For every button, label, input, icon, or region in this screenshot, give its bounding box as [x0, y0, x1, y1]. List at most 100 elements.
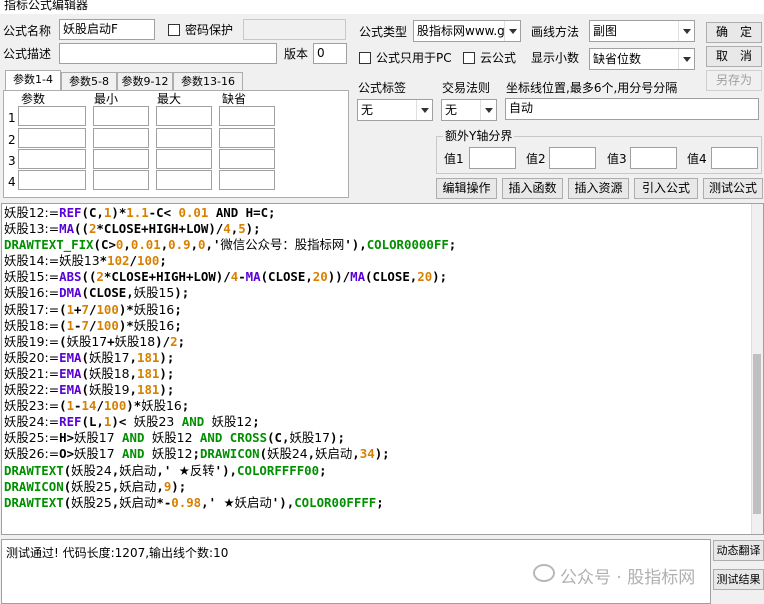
param-3-min[interactable] [93, 149, 149, 169]
param-3-default[interactable] [219, 149, 275, 169]
trade-rule-value: 无 [445, 103, 458, 117]
coord-line-input[interactable]: 自动 [505, 98, 759, 120]
trade-rule-label: 交易法则 [442, 81, 491, 95]
code-line[interactable]: 妖股25:=H>妖股17 AND 妖股12 AND CROSS(C,妖股17); [4, 430, 456, 446]
save-as-button[interactable]: 另存为 [706, 70, 762, 91]
tab-params-5-8[interactable]: 参数5-8 [61, 72, 117, 91]
param-3-max[interactable] [156, 149, 212, 169]
code-token: 妖股12 [211, 414, 253, 430]
code-line[interactable]: 妖股20:=EMA(妖股17,181); [4, 350, 456, 366]
draw-method-select[interactable]: 副图 [589, 20, 695, 42]
import-formula-button[interactable]: 引入公式 [634, 178, 698, 199]
version-input[interactable]: 0 [313, 43, 347, 64]
ok-button[interactable]: 确 定 [706, 22, 762, 43]
test-result-button[interactable]: 测试结果 [713, 569, 764, 590]
param-1-default[interactable] [219, 106, 275, 126]
formula-name-input[interactable]: 妖股启动F [59, 19, 155, 40]
y-value-1-input[interactable] [469, 147, 516, 169]
code-token: 妖股25:= [4, 430, 60, 446]
formula-tag-value: 无 [361, 103, 374, 117]
code-line[interactable]: 妖股15:=ABS((2*CLOSE+HIGH+LOW)/4-MA(CLOSE,… [4, 269, 456, 285]
insert-function-button[interactable]: 插入函数 [502, 178, 563, 199]
param-header-default: 缺省 [222, 92, 247, 106]
scrollbar-thumb[interactable] [753, 354, 761, 514]
code-line[interactable]: 妖股22:=EMA(妖股19,181); [4, 382, 456, 398]
formula-tag-label: 公式标签 [358, 81, 407, 95]
code-line[interactable]: DRAWTEXT(妖股25,妖启动*-0.98,' ★妖启动'),COLOR00… [4, 495, 456, 511]
code-line[interactable]: 妖股16:=DMA(CLOSE,妖股15); [4, 285, 456, 301]
code-token: ); [171, 478, 187, 494]
code-token: ); [174, 285, 190, 301]
code-line[interactable]: 妖股21:=EMA(妖股18,181); [4, 366, 456, 382]
code-token: EMA [59, 365, 82, 381]
pc-only-checkbox[interactable] [359, 52, 371, 64]
code-token: (( [81, 269, 97, 285]
code-line[interactable]: 妖股18:=(1-7/100)*妖股16; [4, 318, 456, 334]
param-4-default[interactable] [219, 170, 275, 190]
test-formula-button[interactable]: 测试公式 [703, 178, 763, 199]
code-line[interactable]: 妖股23:=(1-14/100)*妖股16; [4, 398, 456, 414]
y-value-2-input[interactable] [549, 147, 596, 169]
edit-operation-button[interactable]: 编辑操作 [436, 178, 497, 199]
code-line[interactable]: 妖股13:=MA((2*CLOSE+HIGH+LOW)/4,5); [4, 221, 456, 237]
code-line[interactable]: DRAWTEXT(妖股24,妖启动,' ★反转'),COLORFFFF00; [4, 463, 456, 479]
code-token: ★妖启动 [223, 494, 272, 510]
code-line[interactable]: 妖股12:=REF(C,1)*1.1-C< 0.01 AND H=C; [4, 205, 456, 221]
code-token: 妖启动 [119, 478, 157, 494]
code-token: ( [59, 317, 67, 333]
code-token: 妖股19 [88, 382, 130, 398]
param-4-min[interactable] [93, 170, 149, 190]
code-line[interactable]: 妖股26:=O>妖股17 AND 妖股12;DRAWICON(妖股24,妖启动,… [4, 446, 456, 462]
password-checkbox[interactable] [168, 24, 180, 36]
code-token: ,' [201, 494, 224, 510]
param-2-max[interactable] [156, 128, 212, 148]
tab-params-9-12[interactable]: 参数9-12 [117, 72, 173, 91]
chevron-down-icon [678, 49, 694, 69]
password-label: 密码保护 [185, 23, 234, 37]
param-2-name[interactable] [18, 128, 86, 148]
cloud-checkbox[interactable] [463, 52, 475, 64]
code-token: 0.98 [171, 494, 202, 510]
param-header-name: 参数 [21, 92, 46, 106]
y-value-4-input[interactable] [711, 147, 758, 169]
param-4-max[interactable] [156, 170, 212, 190]
param-1-max[interactable] [156, 106, 212, 126]
code-line[interactable]: DRAWTEXT_FIX(C>0,0.01,0.9,0,'微信公众号：股指标网'… [4, 237, 456, 253]
code-token: / [129, 253, 137, 269]
code-line[interactable]: 妖股14:=妖股13*102/100; [4, 253, 456, 269]
param-2-min[interactable] [93, 128, 149, 148]
param-4-name[interactable] [18, 170, 86, 190]
code-token: (CLOSE, [81, 285, 134, 301]
param-2-default[interactable] [219, 128, 275, 148]
code-line[interactable]: 妖股19:=(妖股17+妖股18)/2; [4, 334, 456, 350]
code-line[interactable]: 妖股17:=(1+7/100)*妖股16; [4, 302, 456, 318]
code-token: 181 [137, 349, 160, 365]
code-text[interactable]: 妖股12:=REF(C,1)*1.1-C< 0.01 AND H=C; 妖股13:… [4, 205, 456, 511]
code-token: *CLOSE+HIGH+LOW)/ [96, 221, 224, 237]
code-token: 1.1 [126, 205, 149, 220]
param-3-name[interactable] [18, 149, 86, 169]
decimals-label: 显示小数 [531, 51, 580, 65]
trade-rule-select[interactable]: 无 [441, 99, 497, 121]
code-editor[interactable]: 妖股12:=REF(C,1)*1.1-C< 0.01 AND H=C; 妖股13:… [1, 203, 764, 535]
code-line[interactable]: DRAWICON(妖股25,妖启动,9); [4, 479, 456, 495]
formula-desc-input[interactable] [59, 43, 277, 64]
formula-tag-select[interactable]: 无 [357, 99, 433, 121]
cancel-button[interactable]: 取 消 [706, 46, 762, 67]
formula-type-select[interactable]: 股指标网www.g [413, 20, 521, 42]
param-1-min[interactable] [93, 106, 149, 126]
code-token: DRAWICON [4, 478, 64, 494]
code-token: (C> [93, 237, 116, 253]
dynamic-translate-button[interactable]: 动态翻译 [713, 540, 764, 561]
tab-params-13-16[interactable]: 参数13-16 [173, 72, 243, 91]
code-line[interactable]: 妖股24:=REF(L,1)< 妖股23 AND 妖股12; [4, 414, 456, 430]
decimals-select[interactable]: 缺省位数 [589, 48, 695, 70]
insert-resource-button[interactable]: 插入资源 [568, 178, 629, 199]
tab-params-1-4[interactable]: 参数1-4 [5, 70, 61, 91]
code-token: 181 [137, 365, 160, 381]
param-1-name[interactable] [18, 106, 86, 126]
code-token: 妖股18 [114, 333, 156, 349]
pc-only-label: 公式只用于PC [376, 51, 452, 65]
y-value-3-input[interactable] [630, 147, 677, 169]
code-token: )/ [155, 333, 171, 349]
